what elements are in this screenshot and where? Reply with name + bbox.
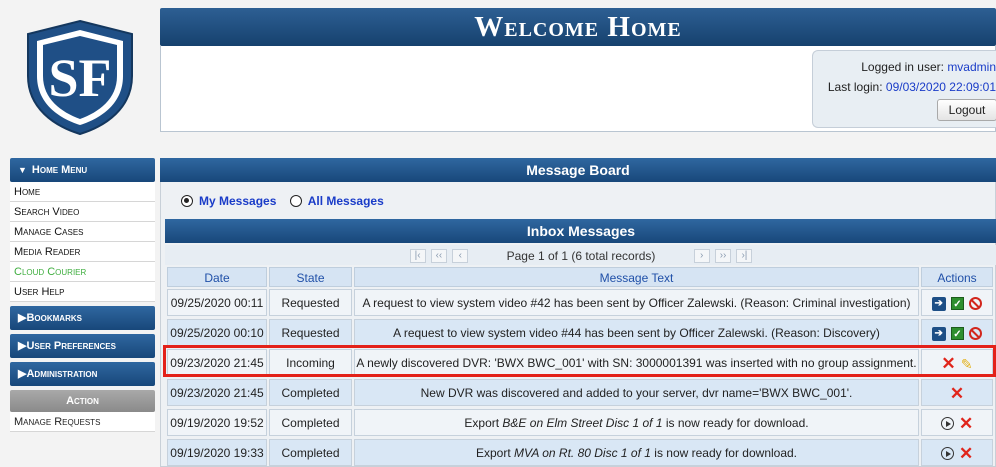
sidebar-item-cloud-courier[interactable]: Cloud Courier [10,262,155,282]
page-title: Welcome Home [160,8,996,46]
sidebar-item-search-video[interactable]: Search Video [10,202,155,222]
pager: |‹ ‹‹ ‹ Page 1 of 1 (6 total records) › … [165,245,996,265]
table-row: 09/25/2020 00:11 Requested A request to … [167,289,996,316]
row-state: Completed [269,379,352,406]
row-date: 09/25/2020 00:10 [167,319,267,346]
row-actions: ✕ [921,379,993,406]
row-message: New DVR was discovered and added to your… [354,379,919,406]
column-message[interactable]: Message Text [354,267,919,287]
message-filter: My Messages All Messages [181,190,394,210]
row-actions: ✕ ✎ [921,349,993,376]
row-date: 09/23/2020 21:45 [167,349,267,376]
row-actions: ➔ ✓ [921,319,993,346]
message-board: Message Board My Messages All Messages I… [160,158,996,467]
row-actions: ✕ [921,439,993,466]
export-name: MVA on Rt. 80 Disc 1 of 1 [513,446,651,460]
delete-icon[interactable]: ✕ [959,415,973,432]
row-date: 09/19/2020 19:33 [167,439,267,466]
first-page-icon[interactable]: |‹ [409,248,426,263]
row-state: Completed [269,409,352,436]
sidebar-item-media-reader[interactable]: Media Reader [10,242,155,262]
play-icon[interactable] [940,417,954,431]
delete-icon[interactable]: ✕ [959,445,973,462]
fast-back-icon[interactable]: ‹‹ [430,248,447,263]
pager-label: Page 1 of 1 (6 total records) [506,248,656,263]
svg-text:SF: SF [48,48,111,108]
row-message: A request to view system video #42 has b… [354,289,919,316]
checkbox-icon[interactable]: ✓ [951,297,964,311]
action-item-manage-requests[interactable]: Manage Requests [10,412,155,432]
triangle-down-icon: ▼ [18,165,27,175]
logout-button[interactable]: Logout [937,99,996,121]
sidebar-item-home[interactable]: Home [10,182,155,202]
delete-icon[interactable]: ✕ [950,385,964,402]
row-date: 09/25/2020 00:11 [167,289,267,316]
row-date: 09/19/2020 19:52 [167,409,267,436]
inbox-title: Inbox Messages [165,219,996,243]
arrow-right-icon[interactable]: ➔ [931,326,946,341]
login-info: Logged in user: mvadmin Last login: 09/0… [812,50,996,128]
row-state: Completed [269,439,352,466]
row-message: Export B&E on Elm Street Disc 1 of 1 is … [354,409,919,436]
prev-page-icon[interactable]: ‹ [452,248,469,263]
sidebar: ▼ Home Menu Home Search Video Manage Case… [10,158,155,432]
row-message: A newly discovered DVR: 'BWX BWC_001' wi… [354,349,919,376]
checkbox-icon[interactable]: ✓ [951,327,964,341]
sf-logo: SF [24,18,136,136]
column-actions: Actions [921,267,993,287]
last-login-line: Last login: 09/03/2020 22:09:01 [821,77,996,97]
row-actions: ✕ [921,409,993,436]
sidebar-item-user-help[interactable]: User Help [10,282,155,302]
row-message: A request to view system video #44 has b… [354,319,919,346]
user-preferences-header[interactable]: ▶User Preferences [10,334,155,358]
row-state: Incoming [269,349,352,376]
table-row: 09/23/2020 21:45 Incoming A newly discov… [167,349,996,376]
administration-header[interactable]: ▶Administration [10,362,155,386]
ban-icon[interactable] [969,297,983,311]
row-actions: ➔ ✓ [921,289,993,316]
row-date: 09/23/2020 21:45 [167,379,267,406]
delete-icon[interactable]: ✕ [941,355,955,372]
message-board-body: My Messages All Messages Inbox Messages … [160,182,996,467]
column-state[interactable]: State [269,267,352,287]
sidebar-item-manage-cases[interactable]: Manage Cases [10,222,155,242]
logged-in-line: Logged in user: mvadmin [821,57,996,77]
logged-in-label: Logged in user: [861,60,948,74]
message-board-title: Message Board [160,158,996,182]
pencil-icon[interactable]: ✎ [961,357,973,371]
fast-forward-icon[interactable]: ›› [715,248,732,263]
shield-logo-icon: SF [27,19,133,136]
last-page-icon[interactable]: ›| [736,248,753,263]
table-row: 09/19/2020 19:52 Completed Export B&E on… [167,409,996,436]
last-login-value: 09/03/2020 22:09:01 [885,80,996,94]
row-message: Export MVA on Rt. 80 Disc 1 of 1 is now … [354,439,919,466]
play-icon[interactable] [940,447,954,461]
home-menu-header[interactable]: ▼ Home Menu [10,158,155,182]
next-page-icon[interactable]: › [693,248,710,263]
radio-my-messages[interactable]: My Messages [181,191,276,211]
arrow-right-icon[interactable]: ➔ [931,296,946,311]
action-header: Action [10,390,155,412]
radio-all-messages[interactable]: All Messages [289,191,384,211]
row-state: Requested [269,319,352,346]
column-date[interactable]: Date [167,267,267,287]
table-row: 09/19/2020 19:33 Completed Export MVA on… [167,439,996,466]
radio-selected-icon [181,194,193,207]
table-row: 09/25/2020 00:10 Requested A request to … [167,319,996,346]
last-login-label: Last login: [827,80,886,94]
ban-icon[interactable] [969,327,983,341]
row-state: Requested [269,289,352,316]
table-row: 09/23/2020 21:45 Completed New DVR was d… [167,379,996,406]
radio-unselected-icon [289,194,302,207]
logged-in-user: mvadmin [947,60,996,74]
bookmarks-header[interactable]: ▶Bookmarks [10,306,155,330]
export-name: B&E on Elm Street Disc 1 of 1 [502,416,663,430]
